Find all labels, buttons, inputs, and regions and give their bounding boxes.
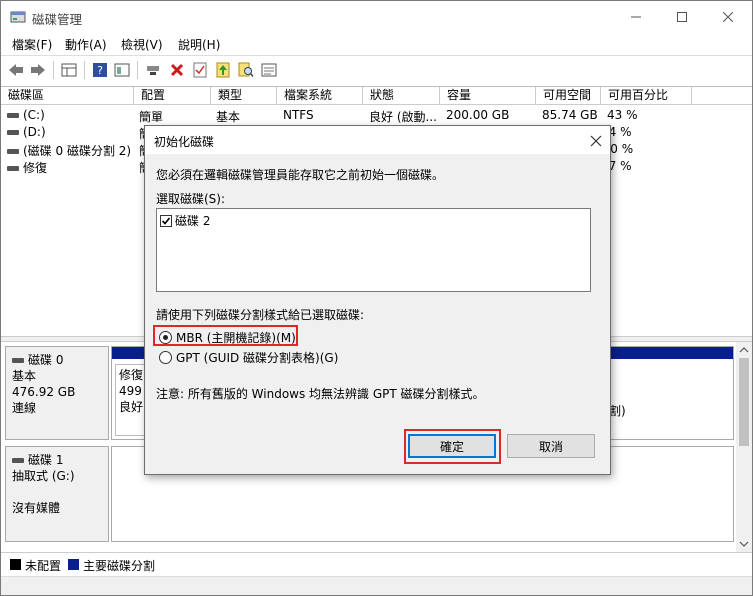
disk-0-label[interactable]: 磁碟 0 基本 476.92 GB 連線 [5,346,109,440]
toolbar-separator [137,61,138,79]
partition-info-text: 割) [609,404,626,418]
volume-name-cell: (磁碟 0 磁碟分割 2) [7,142,131,159]
column-header-filler [692,87,752,105]
cancel-button[interactable]: 取消 [507,434,595,458]
volume-name-cell: (C:) [7,108,45,122]
column-header-filesystem[interactable]: 檔案系統 [277,87,363,105]
disk-1-label[interactable]: 磁碟 1 抽取式 (G:) 沒有媒體 [5,446,109,542]
gpt-option-label: GPT (GUID 磁碟分割表格)(G) [176,351,339,365]
volume-name-cell: (D:) [7,125,46,139]
legend-primary-label: 主要磁碟分割 [83,559,156,573]
mbr-radio-button[interactable] [159,331,172,344]
svg-text:?: ? [97,64,103,77]
back-arrow-icon[interactable] [5,59,27,81]
column-header-type[interactable]: 類型 [211,87,277,105]
volume-icon [7,130,19,135]
disk-0-title: 磁碟 0 [12,352,102,368]
dialog-title: 初始化磁碟 [154,135,215,149]
initialize-disk-dialog: 初始化磁碟 您必須在邏輯磁碟管理員能存取它之前初始一個磁碟。 選取磁碟(S): … [144,125,611,475]
column-header-capacity[interactable]: 容量 [440,87,536,105]
volume-name: (磁碟 0 磁碟分割 2) [23,144,132,158]
volume-name: (C:) [23,108,45,122]
title-bar: 磁碟管理 [1,1,752,33]
legend-unallocated-label: 未配置 [25,559,62,573]
gpt-radio-button[interactable] [159,351,172,364]
toolbar: ? [1,55,752,83]
volume-name-cell: 修復 [7,159,47,176]
disk-0-type: 基本 [12,369,37,383]
dialog-intro-text: 您必須在邏輯磁碟管理員能存取它之前初始一個磁碟。 [156,168,445,182]
column-header-status[interactable]: 狀態 [363,87,440,105]
status-cell: 良好 (啟動... [369,110,437,124]
delete-icon[interactable] [166,59,188,81]
volume-icon [7,113,19,118]
menu-help[interactable]: 說明(H) [178,36,220,53]
gpt-radio-option[interactable]: GPT (GUID 磁碟分割表格)(G) [159,349,338,366]
connect-icon[interactable] [142,59,164,81]
ok-button[interactable]: 確定 [408,434,496,458]
partition-style-label: 請使用下列磁碟分割樣式給已選取磁碟: [156,308,365,322]
disk-icon [12,358,24,363]
type-cell: 基本 [216,110,241,124]
column-header-free-space[interactable]: 可用空間 [536,87,601,105]
minimize-button[interactable] [613,1,659,33]
mbr-radio-option[interactable]: MBR (主開機記錄)(M) [159,329,296,346]
disk-checkbox[interactable] [160,215,172,227]
volume-list-icon[interactable] [58,59,80,81]
column-header-percent-free[interactable]: 可用百分比 [601,87,692,105]
toolbar-separator [84,61,85,79]
search-icon[interactable] [235,59,257,81]
disk-1-type: 抽取式 (G:) [12,469,75,483]
unallocated-swatch [10,559,21,570]
filesystem-cell: NTFS [283,108,314,122]
gpt-note-text: 注意: 所有舊版的 Windows 均無法辨識 GPT 磁碟分割樣式。 [156,387,485,401]
disk-selection-list[interactable]: 磁碟 2 [156,208,591,292]
toolbar-separator [53,61,54,79]
capacity-cell: 200.00 GB [446,108,510,122]
column-header-layout[interactable]: 配置 [134,87,211,105]
disk-1-status: 沒有媒體 [12,501,61,515]
maximize-button[interactable] [659,1,705,33]
volume-name: (D:) [23,125,46,139]
volume-name: 修復 [23,161,48,175]
check-icon[interactable] [189,59,211,81]
disk-icon [12,458,24,463]
disk-list-item[interactable]: 磁碟 2 [160,212,210,229]
menu-action[interactable]: 動作(A) [65,36,107,53]
layout-cell: 簡單 [139,110,164,124]
column-header-volume[interactable]: 磁碟區 [1,87,134,105]
dialog-close-icon[interactable] [590,130,602,151]
list-view-icon[interactable] [258,59,280,81]
volume-icon [7,149,19,154]
disk-management-app-icon [10,10,26,24]
window-title: 磁碟管理 [32,12,83,27]
select-disks-label: 選取磁碟(S): [156,192,226,206]
up-icon[interactable] [212,59,234,81]
disk-item-label: 磁碟 2 [175,214,211,228]
close-button[interactable] [705,1,751,33]
forward-arrow-icon[interactable] [27,59,49,81]
mbr-option-label: MBR (主開機記錄)(M) [176,331,296,345]
menu-file[interactable]: 檔案(F) [12,36,52,53]
primary-partition-swatch [68,559,79,570]
help-icon[interactable]: ? [89,59,111,81]
disk-0-status: 連線 [12,401,37,415]
status-bar [1,576,752,595]
menu-view[interactable]: 檢視(V) [121,36,163,53]
legend-bar: 未配置 主要磁碟分割 [1,552,752,576]
properties-icon[interactable] [111,59,133,81]
menu-bar: 檔案(F) 動作(A) 檢視(V) 說明(H) [1,33,752,55]
dialog-title-bar: 初始化磁碟 [145,126,610,154]
free-space-cell: 85.74 GB [542,108,598,122]
vertical-scrollbar[interactable] [736,342,752,552]
disk-1-title: 磁碟 1 [12,452,102,468]
disk-1-name: 磁碟 1 [28,453,64,467]
percent-free-cell: 43 % [607,108,638,122]
disk-0-name: 磁碟 0 [28,353,64,367]
volume-icon [7,166,19,171]
disk-0-size: 476.92 GB [12,385,76,399]
